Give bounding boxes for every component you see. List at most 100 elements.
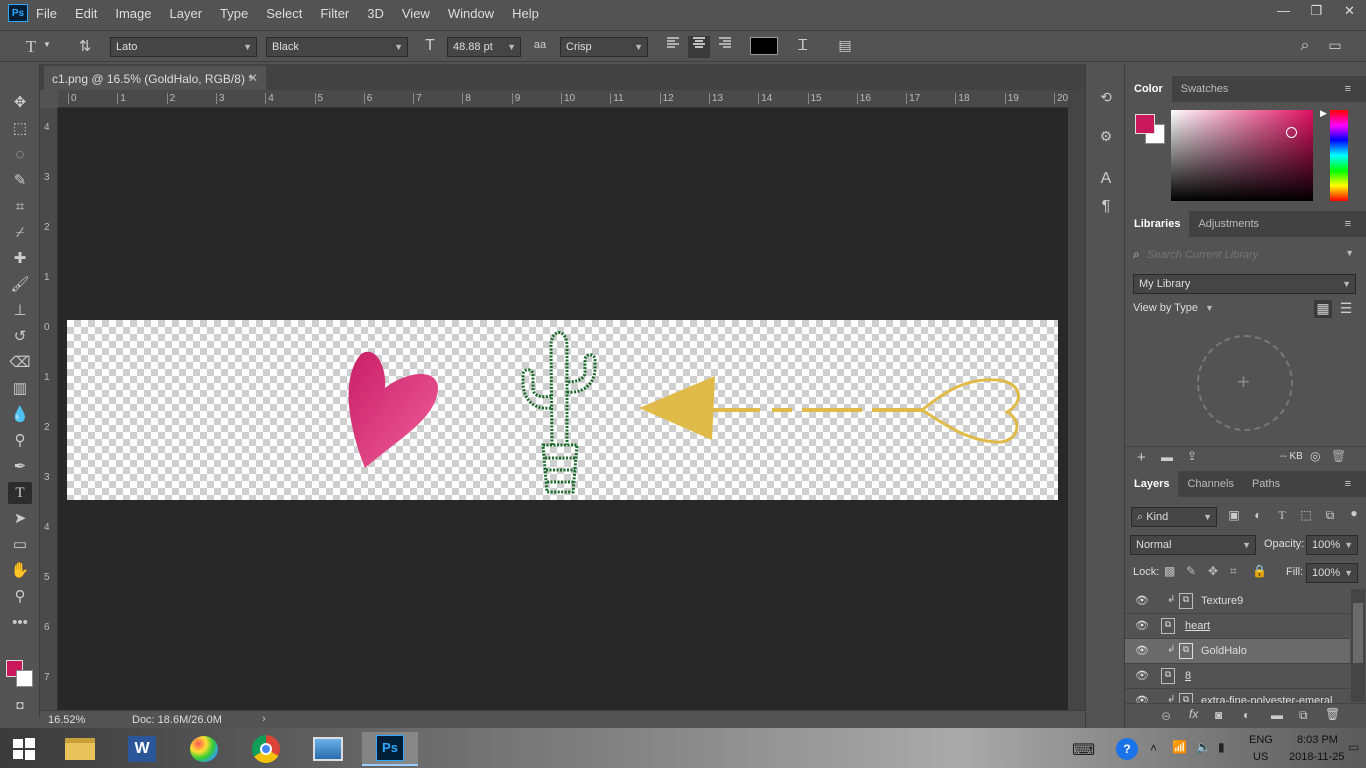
chrome-taskbar-icon[interactable] — [242, 732, 290, 766]
search-icon[interactable]: ⌕ — [1294, 37, 1316, 55]
paragraph-panel-icon[interactable]: ¶ — [1095, 198, 1117, 216]
character-panel-icon[interactable]: A — [1095, 170, 1117, 188]
history-brush-tool-icon[interactable]: ↺ — [8, 326, 32, 348]
healing-brush-tool-icon[interactable]: ✚ — [8, 248, 32, 270]
keyboard-icon[interactable]: ⌨ — [1072, 740, 1095, 760]
hue-slider-handle-icon[interactable]: ▶ — [1320, 108, 1327, 119]
notifications-icon[interactable]: ▭ — [1348, 740, 1359, 754]
chevron-down-icon[interactable]: ▼ — [1345, 248, 1354, 258]
photoshop-logo[interactable]: Ps — [8, 4, 28, 22]
brush-tool-icon[interactable]: 🖌 — [8, 274, 32, 296]
zoom-tool-icon[interactable]: ⚲ — [8, 586, 32, 608]
trash-icon[interactable]: 🗑 — [1331, 449, 1346, 463]
menu-window[interactable]: Window — [448, 6, 494, 21]
align-right-icon[interactable] — [714, 36, 736, 58]
type-tool-preset-icon[interactable]: T — [20, 37, 42, 57]
trash-icon[interactable]: 🗑 — [1325, 707, 1340, 721]
restore-button[interactable]: ❐ — [1300, 0, 1333, 24]
layer-row[interactable]: 👁 ⧉ heart — [1125, 614, 1350, 639]
close-tab-icon[interactable]: ✕ — [248, 71, 258, 85]
blur-tool-icon[interactable]: 💧 — [8, 404, 32, 426]
help-icon[interactable]: ? — [1116, 738, 1138, 760]
filter-adjustment-icon[interactable]: ◐ — [1250, 508, 1266, 522]
input-region[interactable]: US — [1253, 751, 1268, 763]
menu-layer[interactable]: Layer — [170, 6, 203, 21]
view-by-type-select[interactable]: View by Type — [1133, 302, 1198, 314]
chevron-right-icon[interactable]: › — [262, 713, 266, 725]
warp-text-icon[interactable]: Ꮖ — [792, 37, 814, 54]
link-layers-icon[interactable]: ⊖ — [1161, 709, 1171, 723]
color-picker-cursor[interactable] — [1286, 127, 1297, 138]
tab-channels[interactable]: Channels — [1178, 471, 1242, 497]
tab-swatches[interactable]: Swatches — [1172, 76, 1238, 102]
clock-time[interactable]: 8:03 PM — [1297, 734, 1338, 746]
filter-smart-object-icon[interactable]: ⧉ — [1322, 508, 1338, 523]
close-button[interactable]: ✕ — [1333, 0, 1366, 24]
visibility-eye-icon[interactable]: 👁 — [1135, 669, 1149, 682]
panel-menu-icon[interactable]: ≡ — [1336, 211, 1360, 237]
word-taskbar-icon[interactable]: W — [118, 732, 166, 766]
photos-taskbar-icon[interactable] — [304, 732, 352, 766]
visibility-eye-icon[interactable]: 👁 — [1135, 644, 1149, 657]
canvas-vertical-scrollbar[interactable] — [1068, 90, 1085, 710]
tab-color[interactable]: Color — [1125, 76, 1172, 102]
hand-tool-icon[interactable]: ✋ — [8, 560, 32, 582]
rectangle-tool-icon[interactable]: ▭ — [8, 534, 32, 556]
workspace-icon[interactable]: ▭ — [1324, 37, 1346, 54]
type-tool-icon[interactable]: T — [8, 482, 32, 504]
font-family-select[interactable]: Lato ▼ — [110, 37, 257, 57]
add-content-icon[interactable]: + — [1137, 449, 1146, 466]
text-orientation-icon[interactable]: ⇅ — [74, 37, 96, 55]
dodge-tool-icon[interactable]: ⚲ — [8, 430, 32, 452]
background-color-swatch[interactable] — [16, 670, 33, 687]
lock-image-icon[interactable]: ✎ — [1186, 564, 1196, 578]
visibility-eye-icon[interactable]: 👁 — [1135, 619, 1149, 632]
library-search-input[interactable] — [1147, 247, 1337, 263]
blend-mode-select[interactable]: Normal ▼ — [1130, 535, 1256, 555]
clone-stamp-tool-icon[interactable]: ⊥ — [8, 300, 32, 322]
history-panel-icon[interactable]: ⟲ — [1095, 89, 1117, 106]
filter-shape-icon[interactable]: ⬚ — [1298, 508, 1314, 522]
visibility-eye-icon[interactable]: 👁 — [1135, 594, 1149, 607]
menu-3d[interactable]: 3D — [367, 6, 384, 21]
quick-select-tool-icon[interactable]: ✎ — [8, 170, 32, 192]
chevron-up-icon[interactable]: ˄ — [1150, 741, 1157, 755]
menu-type[interactable]: Type — [220, 6, 248, 21]
marquee-tool-icon[interactable]: ⬚ — [8, 118, 32, 140]
upload-icon[interactable]: ⇪ — [1187, 449, 1197, 463]
tab-paths[interactable]: Paths — [1243, 471, 1289, 497]
tab-libraries[interactable]: Libraries — [1125, 211, 1190, 237]
library-select[interactable]: My Library ▼ — [1133, 274, 1356, 294]
document-canvas[interactable] — [67, 320, 1058, 500]
horizontal-ruler[interactable]: 0 1 2 3 4 5 6 7 8 9 10 11 12 13 14 15 16 17 18 19 20 — [58, 90, 1068, 108]
menu-edit[interactable]: Edit — [75, 6, 97, 21]
filter-type-icon[interactable]: T — [1274, 508, 1290, 523]
lock-position-icon[interactable]: ✥ — [1208, 564, 1218, 578]
fill-input[interactable]: 100% ▼ — [1306, 563, 1358, 583]
align-center-icon[interactable] — [688, 36, 710, 58]
opacity-input[interactable]: 100% ▼ — [1306, 535, 1358, 555]
layer-row[interactable]: 👁 ↲ ⧉ extra-fine-polyester-emeral — [1125, 689, 1350, 703]
text-color-swatch[interactable] — [750, 37, 778, 55]
vertical-ruler[interactable]: 4 3 2 1 0 1 2 3 4 5 6 7 — [40, 108, 58, 710]
quick-mask-icon[interactable]: ◘ — [8, 694, 32, 716]
photoshop-taskbar-icon[interactable]: Ps — [362, 732, 418, 766]
adjustment-layer-icon[interactable]: ◐ — [1243, 708, 1250, 722]
list-view-icon[interactable]: ☰ — [1337, 300, 1355, 318]
layer-row[interactable]: 👁 ⧉ 8 — [1125, 664, 1350, 689]
menu-help[interactable]: Help — [512, 6, 539, 21]
layer-row-selected[interactable]: 👁 ↲ ⧉ GoldHalo — [1125, 639, 1350, 664]
lock-artboard-icon[interactable]: ⌗ — [1230, 564, 1237, 579]
panel-menu-icon[interactable]: ≡ — [1336, 471, 1360, 497]
chevron-down-icon[interactable]: ▼ — [42, 40, 52, 49]
folder-icon[interactable]: ▬ — [1161, 450, 1173, 464]
move-tool-icon[interactable]: ✥ — [8, 92, 32, 114]
sync-icon[interactable]: ◎ — [1310, 449, 1320, 463]
zoom-level[interactable]: 16.52% — [48, 714, 85, 726]
document-tab[interactable]: c1.png @ 16.5% (GoldHalo, RGB/8) * ✕ — [44, 66, 266, 90]
eyedropper-tool-icon[interactable]: ⌿ — [8, 222, 32, 244]
input-language[interactable]: ENG — [1249, 734, 1273, 746]
crop-tool-icon[interactable]: ⌗ — [8, 196, 32, 218]
panel-menu-icon[interactable]: ≡ — [1336, 76, 1360, 102]
add-mask-icon[interactable]: ◙ — [1215, 708, 1222, 722]
